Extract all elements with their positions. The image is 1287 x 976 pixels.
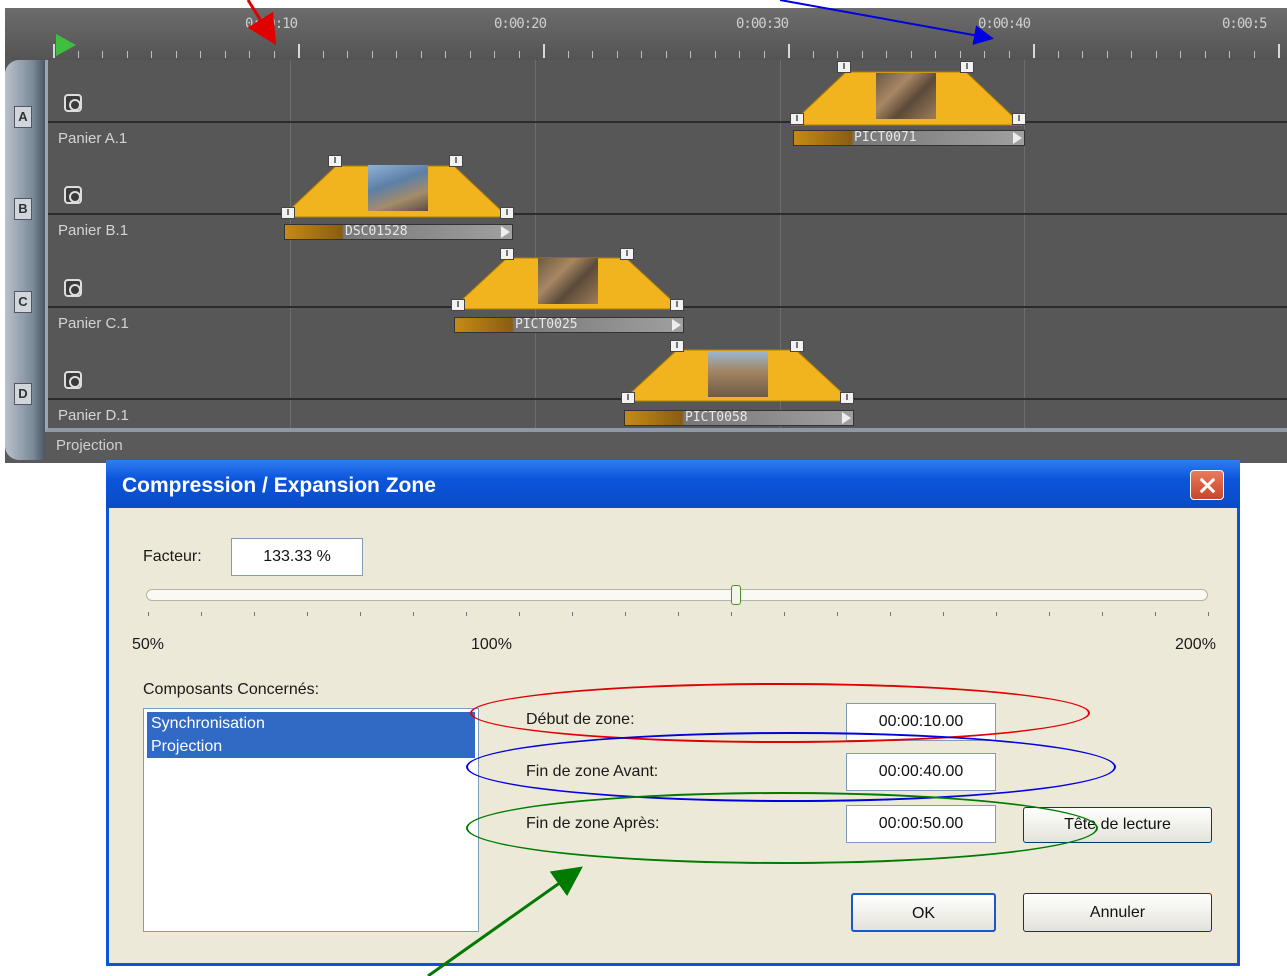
green-arrow: [427, 866, 583, 976]
blue-arrow: [779, 0, 994, 45]
red-arrow: [246, 0, 277, 46]
annotation-arrows: [246, 0, 994, 976]
